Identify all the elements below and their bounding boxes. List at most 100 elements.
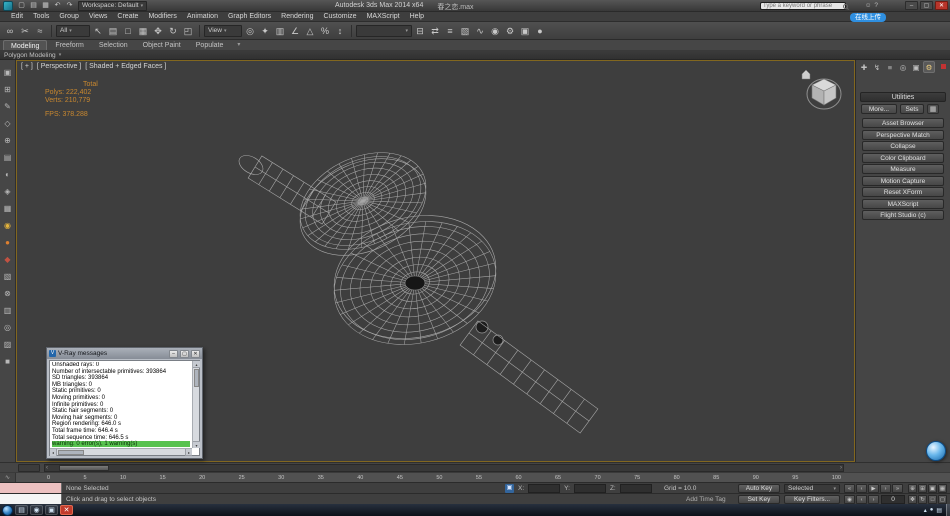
add-time-tag-label[interactable]: Add Time Tag — [686, 496, 726, 503]
orbit-icon[interactable]: ↻ — [918, 495, 927, 504]
zoom-extents-icon[interactable]: ▣ — [928, 484, 937, 493]
tool-icon[interactable]: ◆ — [1, 253, 14, 266]
render-production-icon[interactable]: ● — [533, 24, 547, 38]
maximize-window-icon[interactable]: ▢ — [920, 1, 933, 10]
tool-icon[interactable]: ▤ — [1, 151, 14, 164]
selection-lock-toggle[interactable]: ▣ — [505, 484, 514, 493]
tool-icon[interactable]: ◎ — [1, 321, 14, 334]
sign-in-icon[interactable]: ☺ — [865, 2, 872, 9]
percent-snap-icon[interactable]: % — [318, 24, 332, 38]
menu-item[interactable]: Rendering — [276, 12, 318, 22]
tab-modify[interactable]: ↯ — [871, 61, 883, 73]
time-slider-track[interactable]: ‹ 0 / 100 › — [44, 464, 844, 472]
angle-snap-icon[interactable]: △ — [303, 24, 317, 38]
menu-item[interactable]: MAXScript — [362, 12, 405, 22]
show-desktop-button[interactable] — [946, 504, 950, 516]
new-scene-icon[interactable]: ▢ — [16, 1, 27, 11]
render-setup-icon[interactable]: ⚙ — [503, 24, 517, 38]
taskbar-app-icon[interactable]: ▣ — [45, 505, 58, 515]
utilities-rollout-header[interactable]: Utilities — [860, 92, 946, 102]
vray-horizontal-scrollbar[interactable]: ◂ ▸ — [50, 448, 192, 455]
search-icon[interactable] — [843, 4, 848, 9]
save-file-icon[interactable]: ▦ — [40, 1, 51, 11]
perspective-viewport[interactable]: [ + ] [ Perspective ] [ Shaded + Edged F… — [16, 60, 855, 462]
named-selection-sets-dropdown[interactable]: ▾ — [356, 25, 412, 37]
menu-item[interactable]: Animation — [182, 12, 223, 22]
viewport-view-label[interactable]: [ Perspective ] — [37, 63, 81, 70]
x-coordinate-input[interactable] — [528, 484, 560, 493]
material-editor-icon[interactable]: ◉ — [488, 24, 502, 38]
select-by-name-icon[interactable]: ▤ — [106, 24, 120, 38]
undo-icon[interactable]: ↶ — [52, 1, 63, 11]
open-file-icon[interactable]: ▤ — [28, 1, 39, 11]
go-to-end-button[interactable]: » — [892, 484, 903, 493]
search-input[interactable] — [761, 3, 843, 9]
select-and-rotate-icon[interactable]: ↻ — [166, 24, 180, 38]
mirror-icon[interactable]: ⇄ — [428, 24, 442, 38]
tool-icon[interactable]: ▥ — [1, 304, 14, 317]
scroll-left-icon[interactable]: ◂ — [50, 449, 57, 456]
minimize-window-icon[interactable]: – — [169, 350, 178, 358]
utility-button[interactable]: Motion Capture — [862, 176, 944, 186]
key-mode-toggle-button[interactable]: ◉ — [844, 495, 855, 504]
tool-icon[interactable]: ▧ — [1, 270, 14, 283]
menu-item[interactable]: Edit — [6, 12, 28, 22]
viewport-menu-plus[interactable]: [ + ] — [21, 63, 33, 70]
viewport-shading-label[interactable]: [ Shaded + Edged Faces ] — [85, 63, 166, 70]
app-logo-icon[interactable] — [3, 1, 13, 11]
tool-icon[interactable]: ⊗ — [1, 287, 14, 300]
time-slider-handle[interactable]: 0 / 100 — [59, 465, 109, 471]
tool-icon[interactable]: ▦ — [1, 202, 14, 215]
next-frame-arrow-icon[interactable]: › — [840, 465, 842, 472]
minimize-window-icon[interactable]: – — [905, 1, 918, 10]
scroll-up-icon[interactable]: ▴ — [193, 361, 200, 368]
tool-icon[interactable]: ● — [1, 236, 14, 249]
scrollbar-thumb[interactable] — [58, 450, 84, 455]
next-frame-button[interactable]: › — [880, 484, 891, 493]
tab-utilities[interactable]: ⚙ — [923, 61, 935, 73]
previous-key-button[interactable]: ‹ — [856, 495, 867, 504]
ribbon-tab[interactable]: Modeling — [3, 40, 47, 50]
menu-item[interactable]: Graph Editors — [223, 12, 276, 22]
rendered-frame-window-icon[interactable]: ▣ — [518, 24, 532, 38]
tool-icon[interactable]: ◈ — [1, 185, 14, 198]
tray-network-icon[interactable]: ● — [930, 507, 934, 513]
graph-editors-icon[interactable]: ∿ — [473, 24, 487, 38]
tab-motion[interactable]: ◎ — [897, 61, 909, 73]
tool-icon[interactable]: ◉ — [1, 219, 14, 232]
vray-window-titlebar[interactable]: V V-Ray messages – ▢ ✕ — [47, 348, 202, 359]
use-pivot-point-icon[interactable]: ◎ — [243, 24, 257, 38]
sets-button[interactable]: Sets — [900, 104, 924, 114]
scroll-right-icon[interactable]: ▸ — [185, 449, 192, 456]
maximize-viewport-toggle-icon[interactable]: ▢ — [938, 495, 947, 504]
spinner-snap-icon[interactable]: ↕ — [333, 24, 347, 38]
tool-icon[interactable]: ▣ — [1, 66, 14, 79]
select-and-link-icon[interactable]: ∞ — [3, 24, 17, 38]
utility-button[interactable]: Measure — [862, 164, 944, 174]
tool-icon[interactable]: ◐ — [1, 168, 14, 181]
scrollbar-thumb[interactable] — [194, 369, 199, 387]
selection-filter-dropdown[interactable]: All ▾ — [56, 25, 90, 37]
menu-item[interactable]: Customize — [318, 12, 361, 22]
upload-watermark-badge[interactable]: 在线上传 — [850, 13, 886, 22]
tool-icon[interactable]: ◇ — [1, 117, 14, 130]
selection-set-dropdown[interactable]: Selected ▾ — [784, 484, 840, 493]
menu-item[interactable]: Views — [84, 12, 113, 22]
menu-item[interactable]: Help — [405, 12, 429, 22]
y-coordinate-input[interactable] — [574, 484, 606, 493]
tab-display[interactable]: ▣ — [910, 61, 922, 73]
snap-toggle-icon[interactable]: ∠ — [288, 24, 302, 38]
ribbon-tab[interactable]: Selection — [92, 40, 135, 50]
zoom-all-icon[interactable]: ⊞ — [918, 484, 927, 493]
pan-icon[interactable]: ✥ — [908, 495, 917, 504]
next-key-button[interactable]: › — [868, 495, 879, 504]
set-key-button[interactable]: Set Key — [738, 495, 780, 504]
auto-key-button[interactable]: Auto Key — [738, 484, 780, 493]
window-crossing-toggle-icon[interactable]: ▦ — [136, 24, 150, 38]
tool-icon[interactable]: ▨ — [1, 338, 14, 351]
select-and-scale-icon[interactable]: ◰ — [181, 24, 195, 38]
screen-recorder-ball[interactable] — [926, 441, 946, 461]
previous-frame-button[interactable]: ‹ — [856, 484, 867, 493]
utilities-config-icon[interactable]: ▦ — [927, 104, 939, 114]
utility-button[interactable]: MAXScript — [862, 199, 944, 209]
